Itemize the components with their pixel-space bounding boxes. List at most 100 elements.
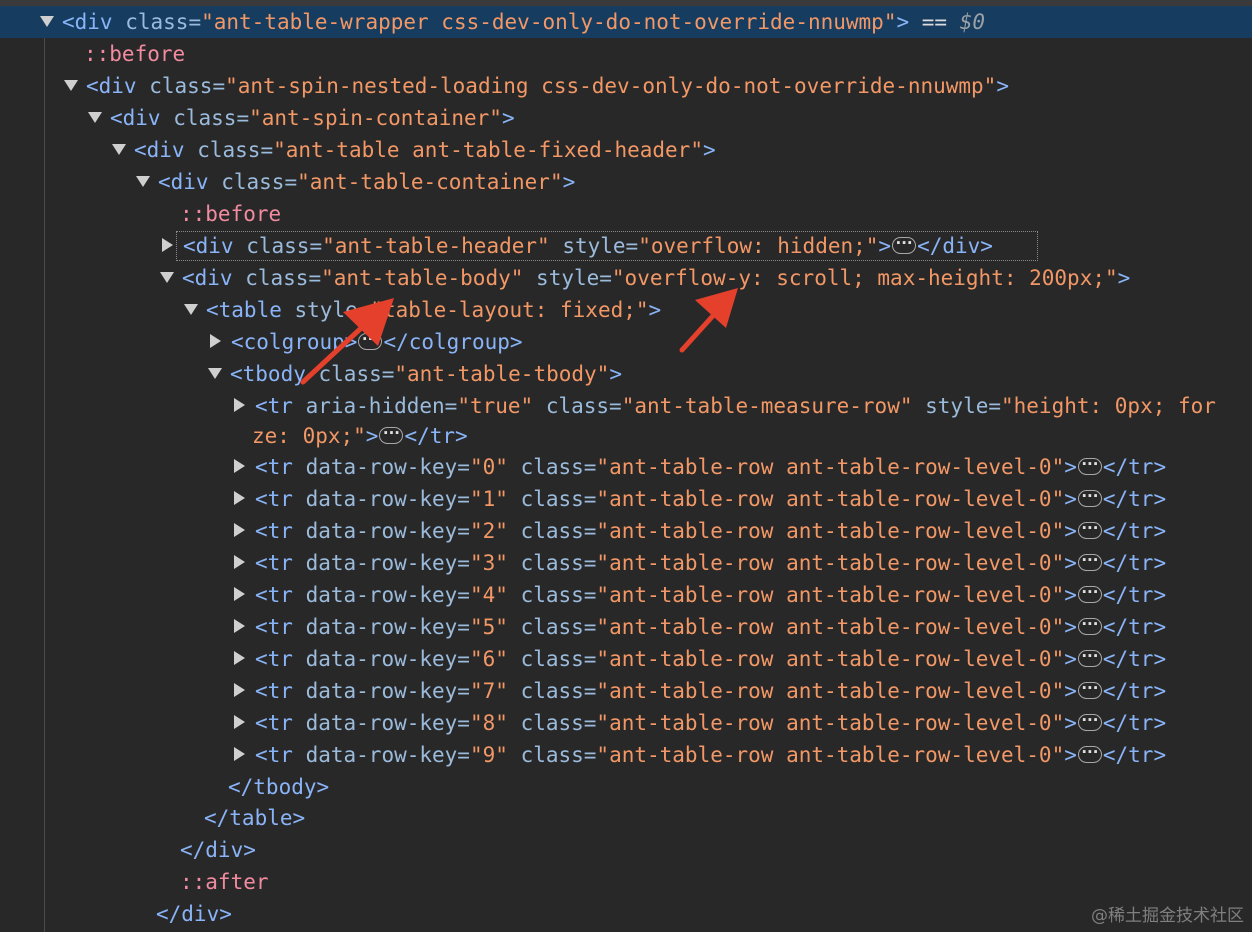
ellipsis-icon[interactable]: ··· [1077, 744, 1102, 763]
node-table-body[interactable]: <div class="ant-table-body" style="overf… [160, 262, 1130, 294]
collapse-triangle-icon[interactable] [234, 715, 245, 729]
collapse-triangle-icon[interactable] [234, 619, 245, 633]
node-table-header[interactable]: <div class="ant-table-header" style="ove… [160, 230, 993, 262]
expand-triangle-icon[interactable] [88, 111, 102, 123]
collapse-triangle-icon[interactable] [234, 491, 245, 505]
attr-value: "ant-table ant-table-fixed-header" [273, 138, 703, 162]
end-tag: </colgroup> [383, 330, 523, 354]
attr-name: class= [520, 551, 597, 575]
ellipsis-icon[interactable]: ··· [1077, 552, 1102, 571]
tag-name: <colgroup> [231, 330, 358, 354]
table-row[interactable]: <tr data-row-key="1" class="ant-table-ro… [232, 483, 1166, 515]
ellipsis-icon[interactable]: ··· [1077, 488, 1102, 507]
expand-triangle-icon[interactable] [136, 175, 150, 187]
node-spin-nested[interactable]: <div class="ant-spin-nested-loading css-… [64, 70, 1009, 102]
tag-close: > [1064, 455, 1077, 479]
expand-triangle-icon[interactable] [64, 79, 78, 91]
ellipsis-icon[interactable]: ··· [358, 331, 383, 350]
attr-name: class= [125, 10, 202, 34]
ellipsis-icon[interactable]: ··· [1077, 520, 1102, 539]
collapse-triangle-icon[interactable] [234, 587, 245, 601]
table-row[interactable]: <tr data-row-key="4" class="ant-table-ro… [232, 579, 1166, 611]
node-table-wrapper[interactable]: <div class="ant-table-wrapper css-dev-on… [40, 6, 985, 38]
ellipsis-icon[interactable]: ··· [892, 235, 917, 254]
node-measure-row-wrap: ze: 0px;"> ··· </tr> [252, 420, 468, 452]
table-row[interactable]: <tr data-row-key="9" class="ant-table-ro… [232, 739, 1166, 771]
tag-close: > [878, 234, 892, 258]
node-spin-container[interactable]: <div class="ant-spin-container"> [88, 102, 515, 134]
collapse-triangle-icon[interactable] [210, 334, 221, 348]
node-tbody-close[interactable]: </tbody> [228, 771, 329, 803]
node-table-container[interactable]: <div class="ant-table-container"> [136, 166, 575, 198]
tag-name: <tr [255, 487, 293, 511]
node-measure-row[interactable]: <tr aria-hidden="true" class="ant-table-… [232, 390, 1216, 422]
table-row[interactable]: <tr data-row-key="8" class="ant-table-ro… [232, 707, 1166, 739]
node-before[interactable]: ::before [180, 198, 281, 230]
end-tag: </div> [156, 902, 232, 926]
attr-value: "ant-table-row ant-table-row-level-0" [596, 551, 1065, 575]
collapse-triangle-icon[interactable] [234, 683, 245, 697]
tag-name: <tr [255, 455, 293, 479]
tag-name: <div [182, 266, 233, 290]
expand-triangle-icon[interactable] [208, 367, 222, 379]
watermark: @稀土掘金技术社区 [1091, 906, 1244, 926]
attr-name: aria-hidden= [305, 394, 458, 418]
end-tag: </div> [180, 838, 256, 862]
ellipsis-icon[interactable]: ··· [1077, 712, 1102, 731]
pseudo-element: ::after [180, 870, 269, 894]
collapse-triangle-icon[interactable] [234, 459, 245, 473]
node-table[interactable]: <table style="table-layout: fixed;"> [184, 294, 661, 326]
collapse-triangle-icon[interactable] [234, 555, 245, 569]
node-div-close[interactable]: </div> [156, 898, 232, 930]
node-div-close[interactable]: </div> [180, 834, 256, 866]
collapse-triangle-icon[interactable] [234, 523, 245, 537]
node-tbody[interactable]: <tbody class="ant-table-tbody"> [208, 358, 622, 390]
attr-value: "ant-table-row ant-table-row-level-0" [596, 583, 1065, 607]
expand-triangle-icon[interactable] [160, 271, 174, 283]
end-tag: </tr> [1102, 551, 1167, 575]
attr-value: "ant-table-row ant-table-row-level-0" [596, 647, 1065, 671]
table-row[interactable]: <tr data-row-key="3" class="ant-table-ro… [232, 547, 1166, 579]
node-before[interactable]: ::before [84, 38, 185, 70]
ellipsis-icon[interactable]: ··· [1077, 680, 1102, 699]
attr-value: "ant-table-row ant-table-row-level-0" [596, 615, 1065, 639]
attr-value: "true" [457, 394, 534, 418]
collapse-triangle-icon[interactable] [234, 398, 245, 412]
collapse-triangle-icon[interactable] [234, 747, 245, 761]
table-row[interactable]: <tr data-row-key="2" class="ant-table-ro… [232, 515, 1166, 547]
tag-name: <div [183, 234, 234, 258]
attr-value: "ant-table-row ant-table-row-level-0" [596, 711, 1065, 735]
node-after[interactable]: ::after [180, 866, 269, 898]
expand-triangle-icon[interactable] [40, 15, 54, 27]
attr-name: data-row-key= [305, 711, 470, 735]
expand-triangle-icon[interactable] [184, 303, 198, 315]
collapse-triangle-icon[interactable] [162, 238, 173, 252]
devtools-elements-panel: <div class="ant-table-wrapper css-dev-on… [0, 0, 1252, 932]
attr-name: class= [520, 583, 597, 607]
attr-value: ze: 0px;" [252, 424, 366, 448]
table-row[interactable]: <tr data-row-key="5" class="ant-table-ro… [232, 611, 1166, 643]
end-tag: </div> [917, 234, 993, 258]
tag-close: > [1064, 647, 1077, 671]
expand-triangle-icon[interactable] [112, 143, 126, 155]
attr-name: class= [520, 711, 597, 735]
table-row[interactable]: <tr data-row-key="7" class="ant-table-ro… [232, 675, 1166, 707]
table-row[interactable]: <tr data-row-key="0" class="ant-table-ro… [232, 451, 1166, 483]
table-row[interactable]: <tr data-row-key="6" class="ant-table-ro… [232, 643, 1166, 675]
tag-name: <tr [255, 519, 293, 543]
tag-close: > [1064, 583, 1077, 607]
collapse-triangle-icon[interactable] [234, 651, 245, 665]
node-table-close[interactable]: </table> [204, 802, 305, 834]
end-tag: </table> [204, 806, 306, 830]
ellipsis-icon[interactable]: ··· [1077, 616, 1102, 635]
attr-name: class= [246, 234, 323, 258]
attr-name: class= [197, 138, 274, 162]
node-colgroup[interactable]: <colgroup> ··· </colgroup> [208, 326, 523, 358]
attr-name: class= [520, 487, 597, 511]
ellipsis-icon[interactable]: ··· [1077, 648, 1102, 667]
tag-close: > [1064, 551, 1077, 575]
ellipsis-icon[interactable]: ··· [1077, 584, 1102, 603]
ellipsis-icon[interactable]: ··· [379, 425, 404, 444]
node-ant-table[interactable]: <div class="ant-table ant-table-fixed-he… [112, 134, 716, 166]
ellipsis-icon[interactable]: ··· [1077, 456, 1102, 475]
